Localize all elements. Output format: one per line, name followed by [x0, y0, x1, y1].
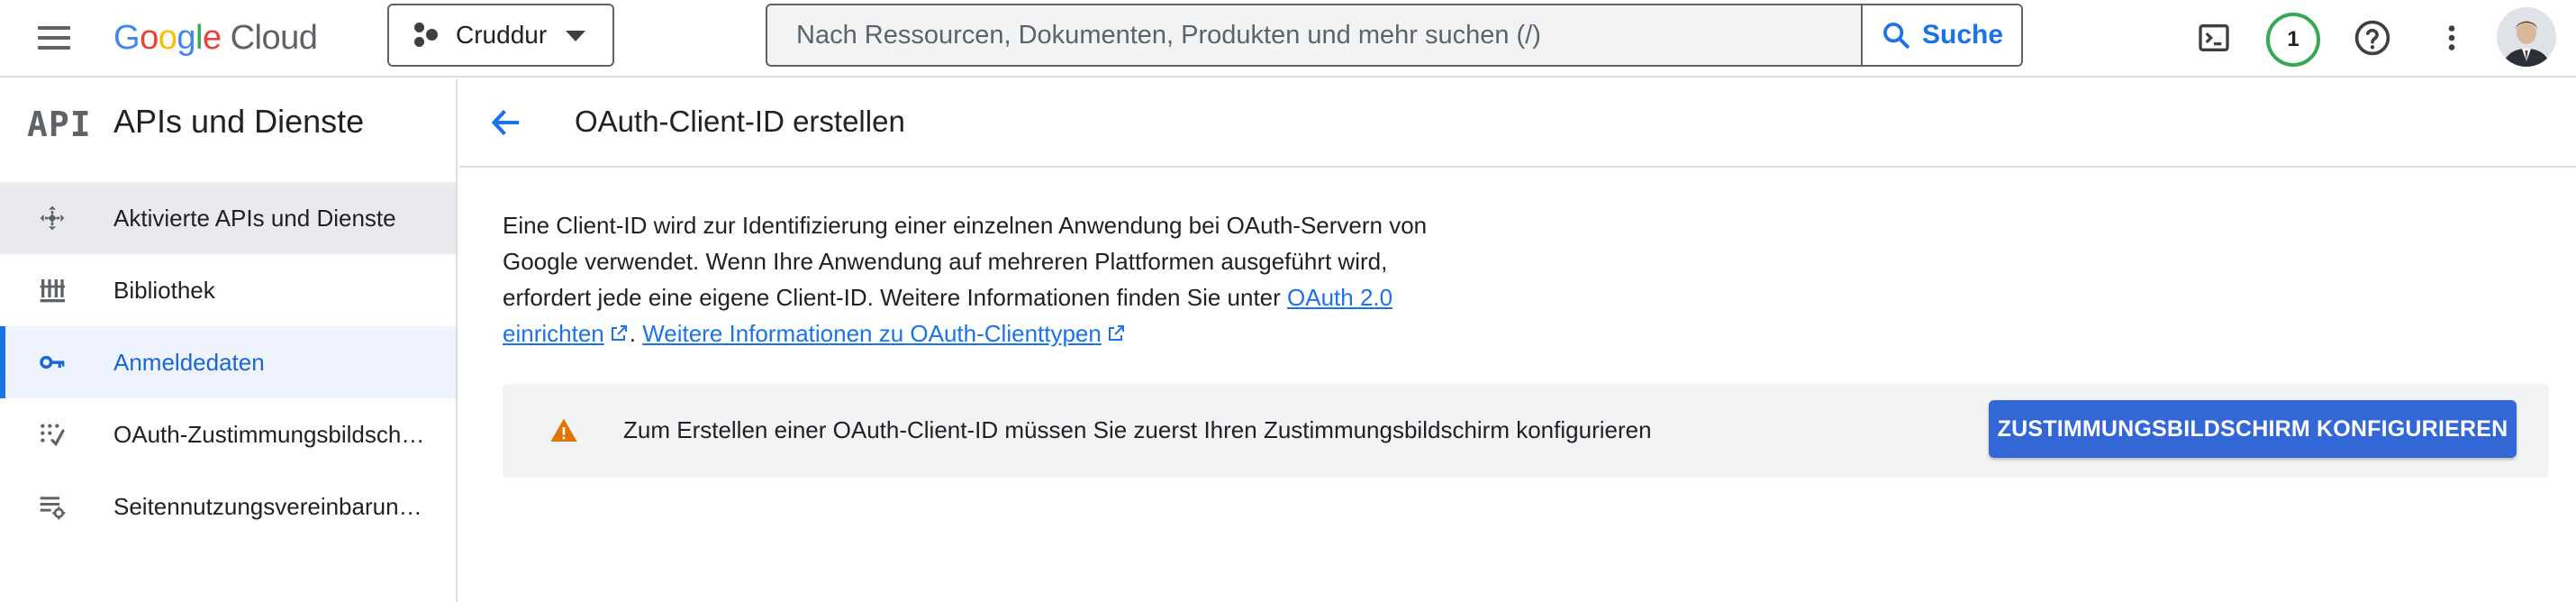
arrow-back-icon: [491, 109, 520, 136]
sidebar-item-oauth-consent[interactable]: OAuth-Zustimmungsbildschirm: [0, 398, 456, 470]
sidebar-item-library[interactable]: Bibliothek: [0, 254, 456, 326]
project-icon: [413, 22, 440, 49]
top-bar: Google Cloud Cruddur Suche 1: [0, 0, 2576, 78]
notification-count: 1: [2266, 13, 2320, 67]
more-vert-icon[interactable]: [2426, 13, 2477, 63]
sidebar-item-enabled-apis[interactable]: Aktivierte APIs und Dienste: [0, 182, 456, 254]
external-link-icon: [1108, 325, 1124, 341]
project-name: Cruddur: [456, 21, 548, 49]
sidebar-item-page-usage-agreements[interactable]: Seitennutzungsvereinbarungen: [0, 470, 456, 543]
warning-banner: Zum Erstellen einer OAuth-Client-ID müss…: [503, 384, 2549, 478]
sidebar-item-label: Anmeldedaten: [113, 348, 265, 376]
warning-icon: [550, 418, 577, 442]
search-bar: Suche: [766, 4, 2023, 67]
help-icon[interactable]: [2347, 13, 2398, 63]
search-input[interactable]: [767, 5, 1861, 65]
logo-cloud: Cloud: [230, 18, 318, 57]
page-header: OAuth-Client-ID erstellen: [459, 79, 2576, 168]
apis-icon: [38, 204, 67, 233]
key-icon: [38, 348, 67, 377]
sidebar-item-label: Seitennutzungsvereinbarungen: [113, 492, 429, 520]
sidebar-title: APIs und Dienste: [113, 103, 365, 140]
sidebar-item-label: Bibliothek: [113, 276, 215, 304]
warning-message: Zum Erstellen einer OAuth-Client-ID müss…: [623, 416, 1652, 443]
configure-consent-screen-button[interactable]: ZUSTIMMUNGSBILDSCHIRM KONFIGURIEREN: [1989, 400, 2517, 458]
chevron-down-icon: [566, 31, 585, 41]
terminal-icon[interactable]: [2189, 13, 2239, 63]
settings-list-icon: [38, 492, 67, 521]
notification-button[interactable]: 1: [2264, 11, 2322, 68]
back-button[interactable]: [486, 103, 526, 142]
sidebar: API APIs und Dienste Aktivierte APIs und…: [0, 79, 458, 602]
search-icon: [1883, 23, 1909, 49]
external-link-icon: [611, 325, 627, 341]
intro-paragraph: Eine Client-ID wird zur Identifizierung …: [503, 207, 1457, 351]
search-button[interactable]: Suche: [1861, 5, 2021, 65]
avatar[interactable]: [2497, 7, 2556, 67]
api-logo-icon: API: [27, 105, 92, 144]
logo-google: Google: [113, 18, 222, 57]
consent-icon: [38, 420, 67, 449]
search-button-label: Suche: [1921, 20, 2004, 50]
sidebar-item-credentials[interactable]: Anmeldedaten: [0, 326, 456, 398]
menu-icon[interactable]: [36, 22, 72, 54]
link-separator: .: [629, 320, 643, 347]
sidebar-item-label: OAuth-Zustimmungsbildschirm: [113, 420, 429, 448]
project-picker[interactable]: Cruddur: [387, 4, 614, 67]
library-icon: [38, 276, 67, 305]
sidebar-item-label: Aktivierte APIs und Dienste: [113, 204, 396, 232]
sidebar-nav: Aktivierte APIs und Dienste Bibliothek A…: [0, 182, 456, 543]
oauth-client-types-link[interactable]: Weitere Informationen zu OAuth-Clienttyp…: [642, 320, 1102, 347]
google-cloud-logo[interactable]: Google Cloud: [113, 13, 318, 63]
page-title: OAuth-Client-ID erstellen: [575, 105, 905, 138]
